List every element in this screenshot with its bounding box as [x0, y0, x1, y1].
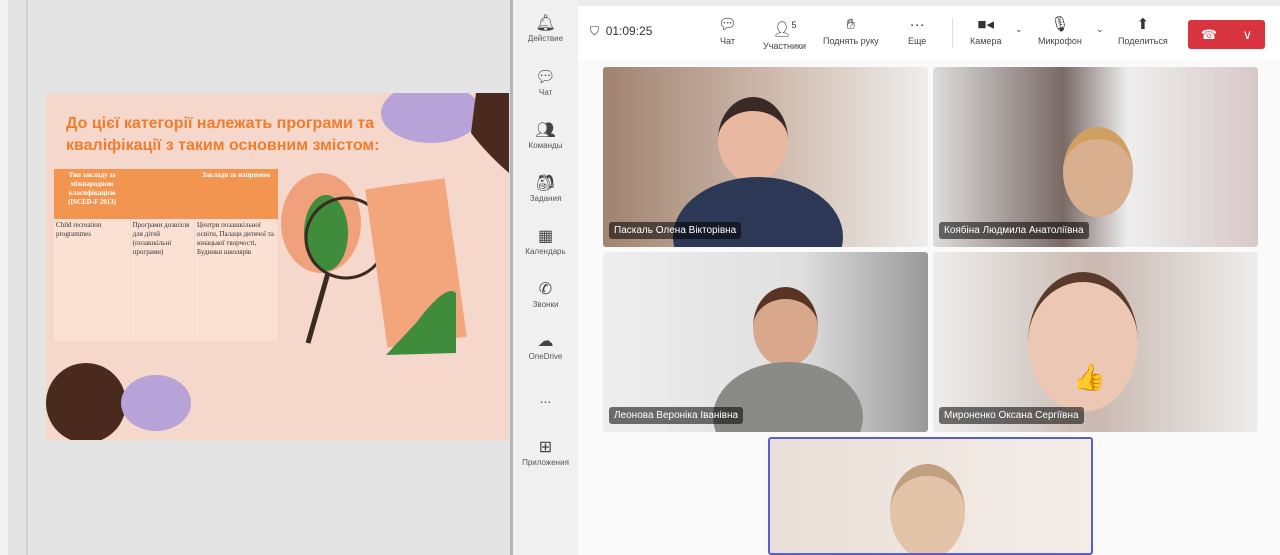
participant-name: Паскаль Олена Вікторівна — [609, 222, 742, 239]
meeting-timer: ⛉ 01:09:25 — [590, 24, 652, 39]
participant-name: Мироненко Оксана Сергіївна — [939, 407, 1084, 424]
timer-text: 01:09:25 — [605, 24, 653, 38]
hang-up-icon: ☎︎ — [1200, 26, 1218, 42]
thumbs-up-reaction-icon: 👍 — [1073, 362, 1106, 392]
chevron-down-icon: ∨ — [1242, 26, 1253, 42]
chat-button[interactable]: 💬︎ Чат — [718, 14, 737, 46]
rail-label: Задания — [529, 194, 562, 203]
meeting-toolbar: ⛉ 01:09:25 💬︎ Чат 👤︎5 Участники ✋︎ Поднять … — [578, 6, 1280, 60]
rail-item-assignments[interactable]: 🎒︎ Задания — [513, 174, 578, 203]
table-header: Тип закладу за міжнародною класифікацією… — [54, 169, 131, 219]
rail-item-chat[interactable]: 💬︎ Чат — [513, 68, 578, 97]
participant-name: Коябіна Людмила Анатоліївна — [939, 222, 1089, 239]
participants-button[interactable]: 👤︎5 Участники — [763, 14, 806, 51]
assignments-icon: 🎒︎ — [535, 175, 556, 192]
rail-label: OneDrive — [528, 352, 563, 361]
raise-hand-button[interactable]: ✋︎ Поднять руку — [823, 14, 879, 46]
bell-icon: 🔔︎ — [535, 15, 556, 32]
hand-icon: ✋︎ — [846, 16, 856, 33]
camera-button[interactable]: ■◂ Камера — [970, 14, 1001, 46]
mic-options-chevron-icon[interactable]: ⌄ — [1096, 24, 1104, 35]
camera-label: Камера — [970, 36, 1002, 46]
rail-item-apps[interactable]: ⊞ Приложения — [513, 438, 578, 467]
rail-label: Команды — [528, 141, 563, 150]
participants-label: Участники — [763, 41, 806, 51]
slide-table: Тип закладу за міжнародною класифікацією… — [54, 169, 278, 341]
cloud-icon: ☁︎ — [537, 333, 554, 350]
rail-item-onedrive[interactable]: ☁︎ OneDrive — [513, 332, 578, 361]
calendar-icon: ▦ — [537, 228, 554, 245]
shared-slide: До цієї категорії належать програми та к… — [46, 93, 509, 440]
table-cell: Центри позашкільної освіти, Палаци дитяч… — [194, 219, 278, 341]
share-button[interactable]: ⬆︎ Поделиться — [1118, 14, 1168, 46]
rail-label: Чат — [538, 88, 553, 97]
table-header: Заклади за напрямом — [194, 169, 278, 219]
leave-call-button[interactable]: ☎︎ ∨ — [1188, 20, 1265, 49]
raise-hand-label: Поднять руку — [823, 36, 879, 46]
mic-label: Микрофон — [1038, 36, 1082, 46]
share-label: Поделиться — [1118, 36, 1168, 46]
participant-video-tile[interactable]: Леонова Вероніка Іванівна — [603, 252, 928, 432]
teams-app-rail: 🔔︎ Действие 💬︎ Чат 👥︎ Команды 🎒︎ Задания ▦ Ка… — [513, 0, 578, 555]
rail-label: Календарь — [525, 247, 566, 256]
participant-video-tile[interactable]: Коябіна Людмила Анатоліївна — [933, 67, 1258, 247]
apps-icon: ⊞ — [538, 439, 553, 456]
table-header — [130, 169, 195, 219]
share-icon: ⬆︎ — [1136, 16, 1150, 33]
rail-item-calendar[interactable]: ▦ Календарь — [513, 227, 578, 256]
more-label: Еще — [908, 36, 927, 46]
rail-more-button[interactable]: ... — [513, 390, 578, 406]
slide-title: До цієї категорії належать програми та к… — [66, 115, 380, 154]
participant-video-tile[interactable]: 👍 Мироненко Оксана Сергіївна — [933, 252, 1258, 432]
people-icon: 👤︎5 — [772, 20, 797, 38]
participant-name: Леонова Вероніка Іванівна — [609, 407, 744, 424]
toolbar-separator — [952, 18, 953, 48]
presentation-pane: До цієї категорії належать програми та к… — [0, 0, 510, 555]
table-cell: Child recreation programmes — [54, 219, 131, 341]
rail-item-teams[interactable]: 👥︎ Команды — [513, 121, 578, 150]
microphone-icon: 🎙︎ — [1050, 16, 1070, 33]
self-video-tile[interactable] — [768, 437, 1093, 555]
chat-label: Чат — [720, 36, 735, 46]
teams-icon: 👥︎ — [535, 122, 556, 139]
camera-icon: ■◂ — [977, 16, 995, 33]
microphone-button[interactable]: 🎙︎ Микрофон — [1038, 14, 1082, 46]
phone-icon: ✆ — [538, 281, 553, 298]
rail-item-calls[interactable]: ✆ Звонки — [513, 280, 578, 309]
rail-item-activity[interactable]: 🔔︎ Действие — [513, 14, 578, 43]
chat-icon: 💬︎ — [535, 69, 556, 86]
rail-label: Действие — [527, 34, 564, 43]
chat-icon: 💬︎ — [718, 16, 738, 33]
rail-label: Звонки — [532, 300, 559, 309]
more-icon: ... — [539, 390, 552, 406]
more-button[interactable]: ··· Еще — [908, 14, 926, 46]
participant-video-tile[interactable]: Паскаль Олена Вікторівна — [603, 67, 928, 247]
video-grid: Паскаль Олена Вікторівна Коябіна Людмила… — [578, 60, 1280, 555]
camera-options-chevron-icon[interactable]: ⌄ — [1015, 24, 1023, 35]
participants-count: 5 — [791, 20, 797, 30]
shield-icon: ⛉ — [590, 24, 600, 38]
more-icon: ··· — [909, 16, 925, 33]
rail-label: Приложения — [522, 458, 569, 467]
table-cell: Програми дозвілля для дітей (позашкільні… — [130, 219, 196, 341]
